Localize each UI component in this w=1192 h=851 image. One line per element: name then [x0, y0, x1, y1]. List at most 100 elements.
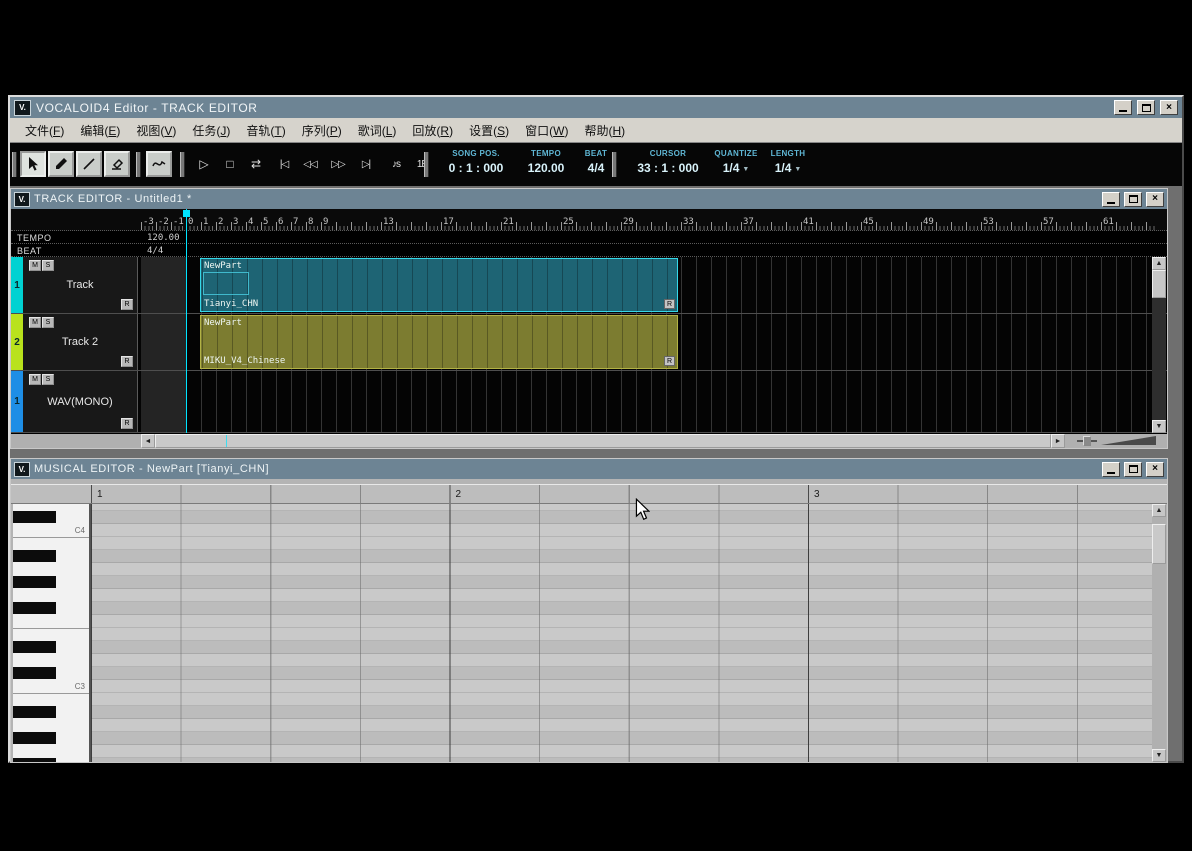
toolbar-grip[interactable]	[180, 152, 185, 177]
piano-key[interactable]	[13, 615, 89, 628]
piano-keys[interactable]: C4 C3	[13, 504, 91, 762]
toolbar-grip[interactable]	[136, 152, 141, 177]
track-row[interactable]: 2 M S Track 2 R NewPart MIKU_V4_Chinese	[11, 314, 1167, 371]
eraser-tool-button[interactable]	[104, 151, 130, 177]
quantize-dropdown[interactable]: QUANTIZE 1/4 ▼	[710, 149, 762, 175]
part-render-badge[interactable]: R	[664, 356, 675, 366]
piano-key[interactable]	[13, 537, 89, 550]
tempo-row-value[interactable]: 120.00	[147, 233, 180, 243]
render-button[interactable]: R	[121, 299, 133, 310]
scroll-down-button[interactable]: ▼	[1152, 420, 1166, 433]
mute-button[interactable]: M	[29, 260, 41, 271]
solo-button[interactable]: S	[42, 374, 54, 385]
note-grid[interactable]	[91, 504, 1152, 762]
beat-row[interactable]: BEAT 4/4	[11, 244, 1167, 257]
piano-key[interactable]	[13, 719, 89, 732]
piano-key[interactable]	[13, 550, 89, 563]
play-button[interactable]: ▷	[192, 154, 216, 174]
note-s-button[interactable]: ♪s	[384, 154, 408, 174]
track-lane[interactable]: NewPart MIKU_V4_Chinese R	[138, 314, 1152, 370]
piano-roll-ruler[interactable]: 1 2 3	[11, 484, 1167, 504]
piano-roll-vertical-scrollbar[interactable]: ▲ ▼	[1152, 504, 1166, 762]
piano-key[interactable]: C3	[13, 680, 89, 693]
maximize-button[interactable]	[1137, 100, 1155, 115]
piano-key[interactable]	[13, 641, 89, 654]
fast-forward-button[interactable]: ▷▷	[326, 154, 350, 174]
piano-key[interactable]	[13, 563, 89, 576]
menu-item-v[interactable]: 视图(V)	[129, 120, 183, 141]
menu-item-f[interactable]: 文件(F)	[18, 120, 71, 141]
scrollbar-thumb[interactable]	[1152, 270, 1166, 298]
close-button[interactable]: ×	[1146, 191, 1164, 207]
zoom-wedge-icon[interactable]	[1101, 436, 1156, 445]
piano-key[interactable]	[13, 667, 89, 680]
toolbar-grip[interactable]	[424, 152, 429, 177]
menu-item-w[interactable]: 窗口(W)	[518, 120, 575, 141]
piano-key[interactable]	[13, 576, 89, 589]
stop-button[interactable]: □	[218, 154, 242, 174]
piano-key[interactable]	[13, 602, 89, 615]
mute-button[interactable]: M	[29, 374, 41, 385]
playhead[interactable]	[186, 209, 187, 433]
tempo-display[interactable]: TEMPO 120.00	[518, 149, 574, 175]
rewind-button[interactable]: ◁◁	[298, 154, 322, 174]
zoom-slider-thumb[interactable]	[1083, 436, 1091, 446]
scroll-right-button[interactable]: ►	[1051, 434, 1065, 448]
scrollbar-thumb[interactable]	[155, 434, 1051, 448]
piano-key[interactable]	[13, 628, 89, 641]
track-horizontal-scrollbar[interactable]: ◄ ►	[11, 434, 1167, 448]
piano-key[interactable]	[13, 706, 89, 719]
pencil-tool-button[interactable]	[48, 151, 74, 177]
playhead-flag[interactable]	[183, 210, 190, 217]
track-header[interactable]: M S Track 2 R	[23, 314, 138, 370]
track-row[interactable]: 1 M S WAV(MONO) R	[11, 371, 1167, 433]
piano-key[interactable]: C4	[13, 524, 89, 537]
pointer-tool-button[interactable]	[20, 151, 46, 177]
piano-key[interactable]	[13, 504, 89, 511]
musical-editor-titlebar[interactable]: V. MUSICAL EDITOR - NewPart [Tianyi_CHN]…	[11, 459, 1167, 479]
track-row[interactable]: 1 M S Track R NewPart Tianyi_CHN R	[11, 257, 1167, 314]
one-e-button[interactable]: 1E	[410, 154, 434, 174]
piano-key[interactable]	[13, 589, 89, 602]
piano-key[interactable]	[13, 511, 89, 524]
render-button[interactable]: R	[121, 356, 133, 367]
close-button[interactable]: ×	[1160, 100, 1178, 115]
piano-key[interactable]	[13, 732, 89, 745]
scroll-down-button[interactable]: ▼	[1152, 749, 1166, 762]
part-newpart-track1[interactable]: NewPart Tianyi_CHN R	[200, 258, 678, 312]
scroll-left-button[interactable]: ◄	[141, 434, 155, 448]
menu-item-h[interactable]: 帮助(H)	[577, 120, 632, 141]
menu-item-l[interactable]: 歌词(L)	[351, 120, 404, 141]
track-lane[interactable]	[138, 371, 1152, 432]
piano-key[interactable]	[13, 693, 89, 706]
menu-item-p[interactable]: 序列(P)	[295, 120, 349, 141]
main-titlebar[interactable]: V. VOCALOID4 Editor - TRACK EDITOR ×	[10, 97, 1182, 118]
part-newpart-track2[interactable]: NewPart MIKU_V4_Chinese R	[200, 315, 678, 369]
menu-item-e[interactable]: 编辑(E)	[73, 120, 127, 141]
render-button[interactable]: R	[121, 418, 133, 429]
beat-display[interactable]: BEAT 4/4	[576, 149, 616, 175]
solo-button[interactable]: S	[42, 317, 54, 328]
minimize-button[interactable]	[1102, 191, 1120, 207]
track-header[interactable]: M S WAV(MONO) R	[23, 371, 138, 432]
close-button[interactable]: ×	[1146, 461, 1164, 477]
loop-button[interactable]: ⇄	[244, 154, 268, 174]
piano-key[interactable]	[13, 758, 89, 762]
length-dropdown[interactable]: LENGTH 1/4 ▼	[764, 149, 812, 175]
part-render-badge[interactable]: R	[664, 299, 675, 309]
menu-item-j[interactable]: 任务(J)	[185, 120, 237, 141]
menu-item-s[interactable]: 设置(S)	[462, 120, 516, 141]
toolbar-grip[interactable]	[12, 152, 17, 177]
track-header[interactable]: M S Track R	[23, 257, 138, 313]
minimize-button[interactable]	[1114, 100, 1132, 115]
track-editor-titlebar[interactable]: V. TRACK EDITOR - Untitled1 * ×	[11, 189, 1167, 209]
scroll-up-button[interactable]: ▲	[1152, 504, 1166, 517]
curve-tool-button[interactable]	[146, 151, 172, 177]
line-tool-button[interactable]	[76, 151, 102, 177]
track-vertical-scrollbar[interactable]: ▲ ▼	[1152, 257, 1166, 433]
maximize-button[interactable]	[1124, 461, 1142, 477]
toolbar-grip[interactable]	[612, 152, 617, 177]
minimize-button[interactable]	[1102, 461, 1120, 477]
menu-item-t[interactable]: 音轨(T)	[239, 120, 292, 141]
beat-row-value[interactable]: 4/4	[147, 246, 163, 256]
